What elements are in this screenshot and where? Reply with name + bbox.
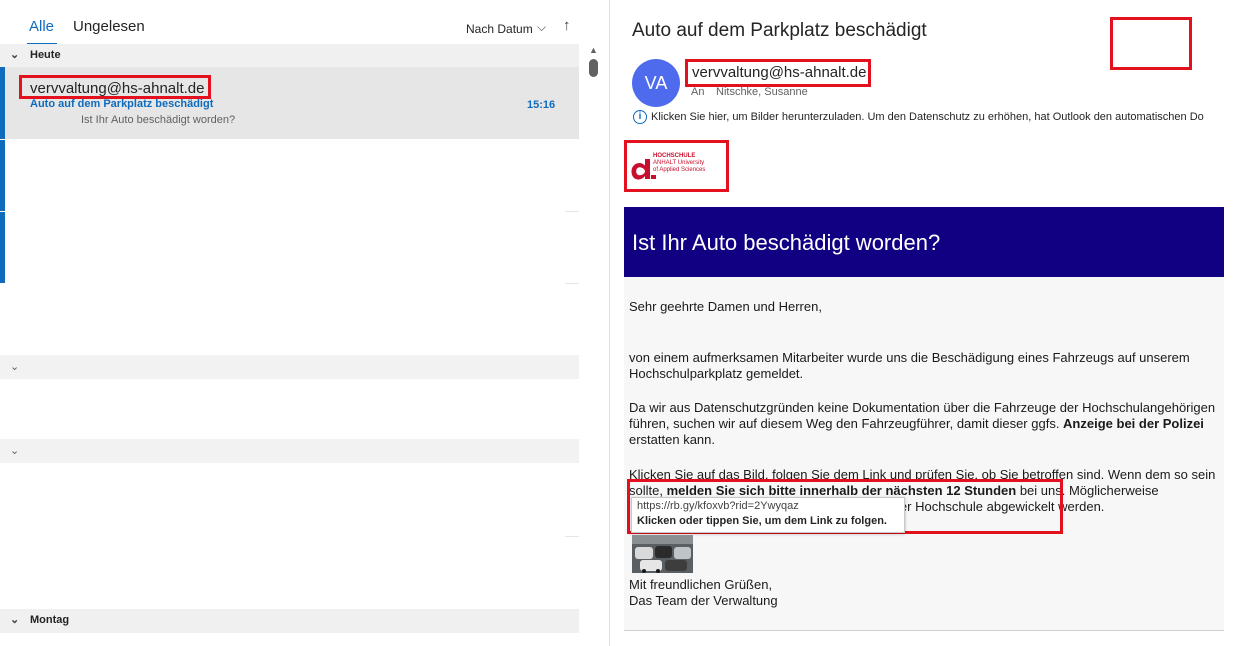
download-images-notice[interactable]: Klicken Sie hier, um Bilder herunterzula… <box>651 111 1237 123</box>
group-header-monday[interactable]: ⌄ Montag <box>0 609 579 633</box>
list-item-sender: vervvaltung@hs-ahnalt.de <box>30 80 205 97</box>
sort-direction-icon[interactable]: ↑ <box>563 17 571 34</box>
logo-text: ANHALT University <box>653 160 705 166</box>
tab-unread[interactable]: Ungelesen <box>73 18 145 35</box>
car-image-link[interactable] <box>632 535 693 573</box>
unread-indicator <box>0 212 5 283</box>
list-item-time: 15:16 <box>527 99 556 111</box>
greeting-text: Sehr geehrte Damen und Herren, <box>629 299 822 314</box>
tab-all[interactable]: Alle <box>29 18 54 35</box>
highlight-box-top-right <box>1110 17 1192 70</box>
logo-text: of Applied Sciences <box>653 167 706 173</box>
body-text-span: erstatten kann. <box>629 432 715 447</box>
chevron-down-icon: ⌄ <box>10 614 20 626</box>
chevron-down-icon: ⌄ <box>10 49 20 61</box>
car-image <box>632 535 693 573</box>
closing-text: Mit freundlichen Grüßen, <box>629 577 773 592</box>
banner-heading: Ist Ihr Auto beschädigt worden? <box>632 230 941 255</box>
divider <box>565 536 579 537</box>
list-item[interactable]: ⌄ <box>0 439 579 463</box>
logo-text: HOCHSCHULE <box>653 153 696 159</box>
tooltip-url: https://rb.gy/kfoxvb?rid=2Ywyqaz <box>637 500 799 512</box>
avatar[interactable]: VA <box>632 59 680 107</box>
sort-by-button[interactable]: Nach Datum <box>466 22 533 36</box>
group-label: Montag <box>30 614 70 626</box>
scroll-up-icon[interactable]: ▲ <box>589 45 598 55</box>
signature-text: Das Team der Verwaltung <box>629 593 778 608</box>
list-item-subject: Auto auf dem Parkplatz beschädigt <box>30 98 214 110</box>
body-paragraph: Da wir aus Datenschutzgründen keine Doku… <box>629 400 1219 448</box>
from-address[interactable]: vervvaltung@hs-ahnalt.de <box>692 64 867 81</box>
group-label: Heute <box>30 49 61 61</box>
group-header-today[interactable]: ⌄ Heute <box>0 44 579 68</box>
list-item-preview: Ist Ihr Auto beschädigt worden? <box>81 114 236 126</box>
body-paragraph: von einem aufmerksamen Mitarbeiter wurde… <box>629 350 1190 381</box>
unread-indicator <box>0 67 5 139</box>
to-label: An <box>691 86 705 98</box>
chevron-down-icon[interactable]: ⌵ <box>537 20 546 35</box>
pane-divider[interactable] <box>609 0 610 646</box>
chevron-down-icon: ⌄ <box>10 361 20 373</box>
tooltip-hint: Klicken oder tippen Sie, um dem Link zu … <box>637 515 887 527</box>
chevron-down-icon: ⌄ <box>10 445 20 457</box>
scrollbar-thumb[interactable] <box>589 59 598 77</box>
to-recipient[interactable]: Nitschke, Susanne <box>716 86 808 98</box>
divider <box>565 211 579 212</box>
unread-indicator <box>0 140 5 211</box>
message-title: Auto auf dem Parkplatz beschädigt <box>632 20 927 41</box>
divider <box>565 283 579 284</box>
body-text-bold: Anzeige bei der Polizei <box>1063 416 1204 431</box>
info-icon: i <box>633 110 647 124</box>
list-item[interactable]: ⌄ <box>0 355 579 379</box>
